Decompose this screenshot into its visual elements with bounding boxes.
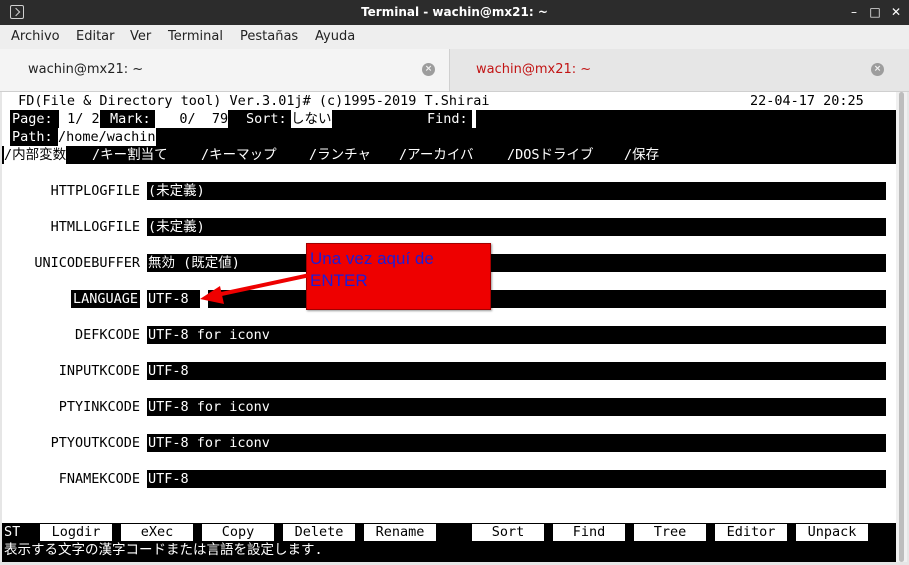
fd-tab-save[interactable]: /保存: [624, 146, 660, 164]
var-value-htmllogfile: (未定義): [148, 219, 205, 235]
var-value-httplogfile: (未定義): [148, 183, 205, 199]
tab-close-icon[interactable]: ×: [871, 63, 884, 76]
close-button[interactable]: ✕: [887, 4, 905, 20]
fkey-tree[interactable]: Tree: [634, 524, 706, 541]
status-message: 表示する文字の漢字コードまたは言語を設定します.: [4, 542, 323, 558]
menu-pestanas[interactable]: Pestañas: [240, 29, 298, 44]
page-label: Page:: [12, 110, 53, 128]
menu-editar[interactable]: Editar: [76, 29, 115, 44]
menu-archivo[interactable]: Archivo: [11, 29, 60, 44]
mark-label: Mark:: [110, 110, 151, 128]
var-value-language: UTF-8: [148, 291, 189, 307]
annotation-callout: Una vez aquí de ENTER: [306, 243, 491, 310]
tab-terminal-2[interactable]: wachin@mx21: ~ ×: [451, 49, 909, 91]
var-name-unicodebuffer: UNICODEBUFFER: [34, 255, 140, 271]
annotation-text: Una vez aquí de ENTER: [310, 249, 434, 290]
var-name-defkcode: DEFKCODE: [74, 327, 140, 343]
menu-ver[interactable]: Ver: [130, 29, 151, 44]
find-label: Find:: [427, 110, 468, 128]
path-label: Path:: [12, 128, 53, 146]
tab-terminal-1[interactable]: wachin@mx21: ~ ×: [0, 49, 450, 91]
fkey-find[interactable]: Find: [553, 524, 625, 541]
tab-close-icon[interactable]: ×: [422, 63, 435, 76]
tab-label: wachin@mx21: ~: [476, 62, 592, 77]
fd-header-datetime: 22-04-17 20:25: [750, 93, 864, 109]
fkey-copy[interactable]: Copy: [202, 524, 274, 541]
page-value: 1/ 2: [59, 110, 100, 128]
window-titlebar[interactable]: Terminal - wachin@mx21: ~ – □ ✕: [0, 0, 909, 25]
fkey-logdir[interactable]: Logdir: [40, 524, 112, 541]
st-label: ST: [4, 524, 21, 540]
var-name-ptyinkcode: PTYINKCODE: [58, 399, 140, 415]
var-name-fnamekcode: FNAMEKCODE: [58, 471, 140, 487]
fd-tab-archiver[interactable]: /アーカイバ: [399, 146, 474, 164]
menu-bar: Archivo Editar Ver Terminal Pestañas Ayu…: [0, 25, 909, 49]
var-value-defkcode: UTF-8 for iconv: [148, 327, 270, 343]
annotation-arrow-icon: [200, 273, 311, 304]
find-input-cursor: [472, 110, 476, 128]
fkey-rename[interactable]: Rename: [364, 524, 436, 541]
menu-terminal[interactable]: Terminal: [168, 29, 223, 44]
var-name-language-selected[interactable]: LANGUAGE: [70, 290, 140, 308]
terminal-screen[interactable]: FD(File & Directory tool) Ver.3.01j# (c)…: [2, 92, 896, 562]
menu-ayuda[interactable]: Ayuda: [315, 29, 355, 44]
mark-value: 0/ 79: [155, 110, 229, 128]
path-value: /home/wachin: [58, 128, 156, 146]
var-name-httplogfile: HTTPLOGFILE: [50, 183, 140, 199]
var-name-ptyoutkcode: PTYOUTKCODE: [50, 435, 140, 451]
scrollbar-thumb[interactable]: [899, 92, 904, 562]
fkey-delete[interactable]: Delete: [283, 524, 355, 541]
var-value-field[interactable]: [147, 182, 886, 200]
fkey-editor[interactable]: Editor: [715, 524, 787, 541]
fkey-sort[interactable]: Sort: [472, 524, 544, 541]
fd-tab-keymap[interactable]: /キーマップ: [201, 146, 277, 164]
var-value-ptyoutkcode: UTF-8 for iconv: [148, 435, 270, 451]
fd-tab-key-bindings[interactable]: /キー割当て: [92, 146, 168, 164]
var-value-ptyinkcode: UTF-8 for iconv: [148, 399, 270, 415]
var-value-inputkcode: UTF-8: [148, 363, 189, 379]
tab-label: wachin@mx21: ~: [28, 62, 144, 77]
var-value-field[interactable]: [147, 470, 886, 488]
fkey-unpack[interactable]: Unpack: [796, 524, 868, 541]
fd-tab-dos-drive[interactable]: /DOSドライブ: [507, 146, 594, 164]
tab-bar: wachin@mx21: ~ × wachin@mx21: ~ ×: [0, 49, 909, 92]
maximize-button[interactable]: □: [866, 4, 884, 20]
minimize-button[interactable]: –: [845, 4, 863, 20]
terminal-scrollbar[interactable]: [896, 92, 907, 562]
var-name-inputkcode: INPUTKCODE: [58, 363, 140, 379]
var-value-field[interactable]: [147, 218, 886, 236]
fd-header-title: FD(File & Directory tool) Ver.3.01j# (c)…: [10, 93, 490, 109]
fd-tab-internal-vars[interactable]: /内部変数: [4, 146, 67, 164]
var-value-field[interactable]: [147, 362, 886, 380]
sort-value: しない: [291, 110, 332, 128]
fd-tab-launcher[interactable]: /ランチャ: [309, 146, 371, 164]
var-name-htmllogfile: HTMLLOGFILE: [50, 219, 140, 235]
window-title: Terminal - wachin@mx21: ~: [361, 5, 548, 19]
fkey-exec[interactable]: eXec: [121, 524, 193, 541]
sort-label: Sort:: [246, 110, 287, 128]
var-value-fnamekcode: UTF-8: [148, 471, 189, 487]
